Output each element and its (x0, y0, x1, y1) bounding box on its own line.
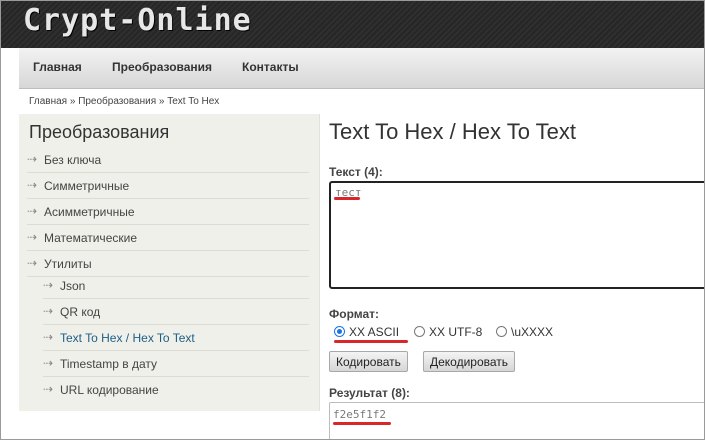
result-label: Результат (8): (329, 386, 410, 400)
encode-button[interactable]: Кодировать (329, 351, 408, 372)
sidebar-item-label: Без ключа (44, 153, 102, 167)
nav-item-contacts[interactable]: Контакты (242, 60, 299, 74)
arrow-icon: ⇢ (27, 152, 38, 166)
radio-unicode[interactable] (496, 326, 507, 337)
radio-utf8[interactable] (414, 326, 425, 337)
arrow-icon: ⇢ (27, 256, 38, 270)
decode-button[interactable]: Декодировать (423, 351, 516, 372)
breadcrumb-separator: » (69, 96, 76, 107)
sidebar-item-math[interactable]: ⇢ Математические (27, 225, 309, 251)
format-label: Формат: (329, 307, 380, 321)
arrow-icon: ⇢ (43, 330, 54, 344)
sidebar-item-symmetric[interactable]: ⇢ Симметричные (27, 173, 309, 199)
breadcrumb-separator: » (158, 96, 165, 107)
text-input[interactable]: тест (329, 181, 704, 289)
sidebar-subitem-text-to-hex[interactable]: ⇢ Text To Hex / Hex To Text (43, 325, 309, 351)
browser-frame: Crypt-Online Главная Преобразования Конт… (0, 0, 705, 440)
radio-ascii[interactable] (334, 326, 345, 337)
sidebar-subitem-url[interactable]: ⇢ URL кодирование (43, 377, 309, 402)
breadcrumb: Главная » Преобразования » Text To Hex (29, 96, 219, 107)
site-logo[interactable]: Crypt-Online (23, 3, 252, 38)
radio-ascii-label[interactable]: XX ASCII (349, 325, 399, 339)
highlight-underline (334, 340, 408, 343)
arrow-icon: ⇢ (27, 204, 38, 218)
highlight-underline (334, 197, 360, 200)
sidebar-item-label: Утилиты (44, 257, 92, 271)
highlight-underline (333, 422, 391, 425)
arrow-icon: ⇢ (43, 278, 54, 292)
radio-utf8-label[interactable]: XX UTF-8 (429, 325, 482, 339)
sidebar-subitem-timestamp[interactable]: ⇢ Timestamp в дату (43, 351, 309, 377)
sidebar-subitem-label: Timestamp в дату (60, 357, 157, 371)
sidebar-item-label: Асимметричные (44, 205, 135, 219)
breadcrumb-current: Text To Hex (167, 96, 220, 107)
sidebar-item-label: Математические (44, 231, 137, 245)
sidebar-subitem-label: URL кодирование (60, 383, 159, 397)
sidebar-item-keyless[interactable]: ⇢ Без ключа (27, 147, 309, 173)
sidebar-item-label: Симметричные (44, 179, 130, 193)
breadcrumb-section[interactable]: Преобразования (78, 96, 156, 107)
radio-unicode-label[interactable]: \uXXXX (511, 325, 553, 339)
site-header: Crypt-Online (1, 1, 704, 48)
arrow-icon: ⇢ (43, 382, 54, 396)
arrow-icon: ⇢ (27, 178, 38, 192)
text-field-label: Текст (4): (329, 165, 383, 179)
sidebar-subitem-label: Json (60, 279, 86, 293)
sidebar-subitem-label: Text To Hex / Hex To Text (60, 331, 195, 345)
breadcrumb-home[interactable]: Главная (29, 96, 67, 107)
sidebar-subitem-qr[interactable]: ⇢ QR код (43, 299, 309, 325)
sidebar: Преобразования ⇢ Без ключа ⇢ Симметричны… (19, 114, 320, 411)
nav-item-conversions[interactable]: Преобразования (112, 60, 212, 74)
main-nav: Главная Преобразования Контакты (19, 48, 704, 89)
arrow-icon: ⇢ (43, 304, 54, 318)
sidebar-item-asymmetric[interactable]: ⇢ Асимметричные (27, 199, 309, 225)
nav-item-home[interactable]: Главная (33, 60, 82, 74)
sidebar-title: Преобразования (29, 122, 170, 142)
arrow-icon: ⇢ (43, 356, 54, 370)
sidebar-subitem-label: QR код (60, 305, 101, 319)
arrow-icon: ⇢ (27, 230, 38, 244)
result-value: f2e5f1f2 (333, 408, 386, 421)
result-output[interactable]: f2e5f1f2 (329, 402, 704, 439)
page-title: Text To Hex / Hex To Text (329, 119, 577, 144)
sidebar-subitem-json[interactable]: ⇢ Json (43, 273, 309, 299)
